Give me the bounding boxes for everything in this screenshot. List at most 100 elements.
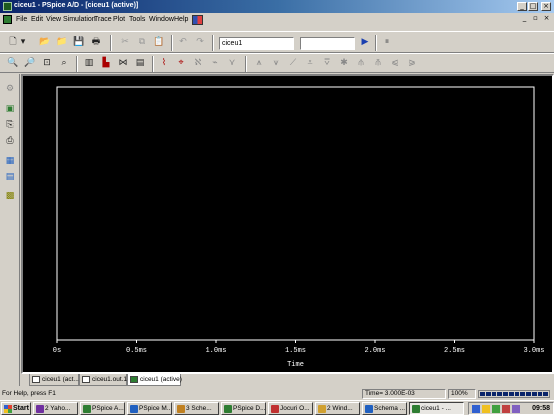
taskbar-button[interactable]: 2 Wind...	[315, 402, 360, 415]
log-y-axis-icon[interactable]: ▤	[133, 56, 147, 70]
taskbar-button[interactable]: ciceu1 - ...	[409, 402, 464, 415]
progress-segment	[537, 392, 543, 396]
cursor-peak-icon[interactable]: ⩚	[252, 56, 266, 70]
cut-icon[interactable]: ✂	[118, 35, 132, 49]
mark-label-icon[interactable]: ℵ	[191, 56, 205, 70]
watch-window-icon[interactable]: ▩	[3, 189, 17, 203]
text-label-icon[interactable]: ⌁	[208, 56, 222, 70]
messages-icon[interactable]: ▤	[3, 170, 17, 184]
probe-plot[interactable]: 0s 0.5ms 1.0ms 1.5ms 2.0ms 2.5ms 3.0ms Time	[23, 76, 552, 372]
menu-edit[interactable]: Edit	[31, 16, 43, 23]
menu-simulation[interactable]: Simulation	[63, 16, 96, 23]
taskbar-button[interactable]: 3 Sche...	[174, 402, 219, 415]
x-tick-label: 2.0ms	[364, 347, 385, 355]
play-icon[interactable]: ▶	[358, 35, 372, 49]
cursor-next-transition-icon[interactable]: ⫚	[371, 56, 385, 70]
progress-segment	[526, 392, 531, 396]
cursor-trough-icon[interactable]: ⩛	[269, 56, 283, 70]
taskbar-button[interactable]: PSpice A...	[80, 402, 125, 415]
tab-ciceu1-active[interactable]: ciceu1 (active)	[127, 374, 182, 386]
cursor-slope-icon[interactable]: ⟋	[286, 56, 300, 70]
zoom-level: 100%	[448, 389, 476, 399]
progress-segment	[520, 392, 525, 396]
start-button[interactable]: Start	[1, 402, 31, 415]
cursor-prev-transition-icon[interactable]: ⩿	[388, 56, 402, 70]
maximize-button[interactable]: □	[528, 2, 538, 11]
trace-combo[interactable]	[300, 37, 355, 50]
menu-tools[interactable]: Tools	[129, 16, 145, 23]
network-icon[interactable]	[472, 405, 480, 413]
taskbar-button[interactable]: PSpice M...	[127, 402, 172, 415]
cursor-search-icon[interactable]: ⫛	[354, 56, 368, 70]
zoom-area-icon[interactable]: ⊡	[40, 56, 54, 70]
zoom-out-icon[interactable]: 🔎	[23, 56, 37, 70]
zoom-in-icon[interactable]: 🔍	[6, 56, 20, 70]
circuit-file-icon[interactable]: ⎘	[3, 118, 17, 132]
taskbar-button[interactable]: 2 Yaho...	[33, 402, 78, 415]
new-file-icon[interactable]: 🗋	[6, 35, 20, 49]
redo-icon[interactable]: ↷	[193, 35, 207, 49]
tab-ciceu1-out[interactable]: ciceu1.out.1	[79, 374, 127, 386]
simulation-results-icon[interactable]: ▦	[3, 154, 17, 168]
mdi-close-button[interactable]: ×	[542, 14, 551, 23]
paste-icon[interactable]: 📋	[152, 35, 166, 49]
menu-view[interactable]: View	[46, 16, 61, 23]
minimize-button[interactable]: _	[517, 2, 527, 11]
document-icon[interactable]	[3, 15, 12, 24]
taskbar-button-label: PSpice A...	[92, 405, 124, 412]
output-file-icon[interactable]: ⎙	[3, 134, 17, 148]
add-trace-icon[interactable]: ⌇	[157, 56, 171, 70]
new-dropdown-icon[interactable]: ▾	[19, 35, 27, 49]
plot-area-frame	[56, 86, 535, 341]
document-icon	[32, 376, 40, 383]
title-bar: ciceu1 - PSpice A/D - [ciceu1 (active)] …	[0, 0, 554, 13]
messenger-icon[interactable]	[482, 405, 490, 413]
taskbar-button-label: 3 Sche...	[186, 405, 212, 412]
menu-trace[interactable]: Trace	[94, 16, 112, 23]
log-x-axis-icon[interactable]: ▥	[82, 56, 96, 70]
antivirus-icon[interactable]	[492, 405, 500, 413]
eval-goal-function-icon[interactable]: ⌖	[174, 56, 188, 70]
toolbar-separator	[76, 56, 78, 72]
tab-ciceu1-schematic[interactable]: ciceu1 (act...	[29, 374, 79, 386]
start-label: Start	[13, 405, 29, 412]
pause-icon[interactable]: ⏸	[380, 35, 394, 49]
mdi-minimize-button[interactable]: _	[520, 14, 529, 23]
mdi-restore-button[interactable]: ▫	[531, 14, 540, 23]
menu-window[interactable]: Window	[149, 16, 174, 23]
cursor-point-icon[interactable]: ✱	[337, 56, 351, 70]
zoom-fit-icon[interactable]: ⌕	[57, 56, 71, 70]
open-simulation-icon[interactable]: 📁	[55, 35, 69, 49]
save-icon[interactable]: 💾	[72, 35, 86, 49]
taskbar-button-label: 2 Yaho...	[45, 405, 71, 412]
tray-app-icon[interactable]	[512, 405, 520, 413]
undo-icon[interactable]: ↶	[176, 35, 190, 49]
copy-icon[interactable]: ⧉	[135, 35, 149, 49]
fourier-icon[interactable]: ▙	[99, 56, 113, 70]
taskbar-app-icon	[83, 405, 91, 413]
close-button[interactable]: ×	[541, 2, 551, 11]
taskbar-button[interactable]: PSpice D...	[221, 402, 266, 415]
simulation-profile-combo[interactable]: ciceu1	[219, 37, 294, 50]
open-folder-icon[interactable]: 📂	[38, 35, 52, 49]
menu-file[interactable]: File	[16, 16, 27, 23]
settings-icon[interactable]: ⚙	[3, 82, 17, 96]
menu-plot[interactable]: Plot	[113, 16, 125, 23]
menu-bar: File Edit View Simulation Trace Plot Too…	[0, 13, 554, 26]
mark-data-points-icon[interactable]: ⪀	[405, 56, 419, 70]
print-icon[interactable]: 🖶	[89, 35, 103, 49]
cursor-min-icon[interactable]: ⩡	[303, 56, 317, 70]
x-tick-label: 3.0ms	[523, 347, 544, 355]
taskbar-button[interactable]: Jocuri O...	[268, 402, 313, 415]
grid-icon[interactable]	[192, 15, 203, 25]
toggle-cursor-icon[interactable]: ⋎	[225, 56, 239, 70]
performance-analysis-icon[interactable]: ⋈	[116, 56, 130, 70]
plot-window[interactable]: 0s 0.5ms 1.0ms 1.5ms 2.0ms 2.5ms 3.0ms Time	[21, 74, 554, 374]
cursor-max-icon[interactable]: ⩢	[320, 56, 334, 70]
volume-icon[interactable]	[502, 405, 510, 413]
pspice-app-icon[interactable]	[3, 2, 12, 11]
taskbar-button[interactable]: Schema ...	[362, 402, 407, 415]
simulation-status-icon[interactable]: ▣	[3, 102, 17, 116]
progress-segment	[514, 392, 520, 396]
menu-help[interactable]: Help	[174, 16, 188, 23]
